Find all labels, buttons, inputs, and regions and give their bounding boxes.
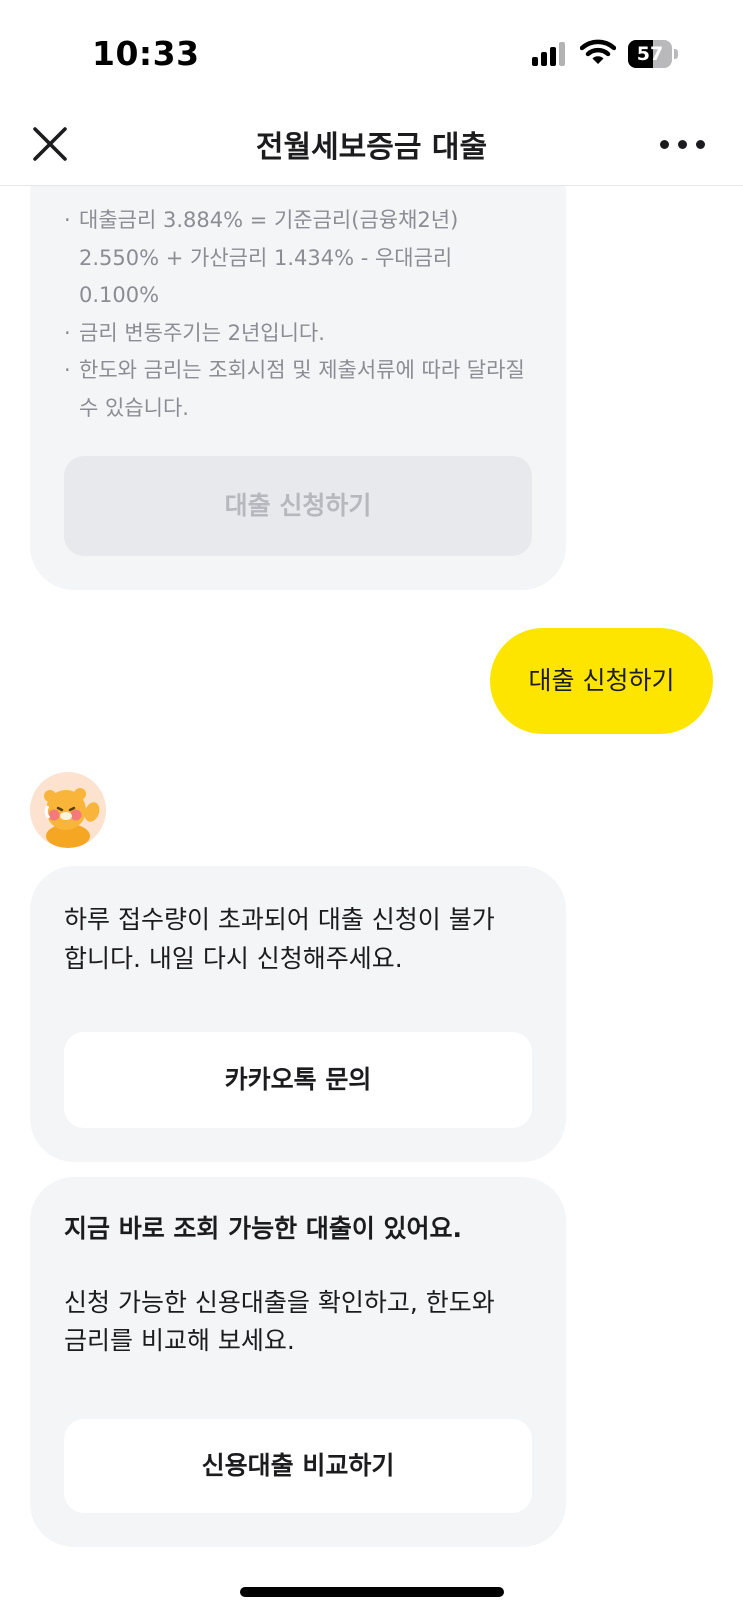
bot-message-line: 합니다. 내일 다시 신청해주세요. <box>64 944 403 973</box>
rate-note-line: 금리 변동주기는 2년입니다. <box>79 320 325 345</box>
rate-note-line: 2.550% + 가산금리 1.434% - 우대금리 <box>79 245 453 270</box>
more-options-icon[interactable] <box>660 134 706 154</box>
rate-note-line: 한도와 금리는 조회시점 및 제출서류에 따라 달라질 <box>79 358 525 382</box>
rate-info-card: · 대출금리 3.884% = 기준금리(금융채2년) 2.550% + 가산금… <box>30 150 566 590</box>
rate-note: · 금리 변동주기는 2년입니다. <box>64 315 564 353</box>
rate-note: · 한도와 금리는 조회시점 및 제출서류에 따라 달라질 수 있습니다. <box>64 352 564 427</box>
bot-message-card: 하루 접수량이 초과되어 대출 신청이 불가 합니다. 내일 다시 신청해주세요… <box>30 866 566 1162</box>
credit-loan-suggestion-card: 지금 바로 조회 가능한 대출이 있어요. 신청 가능한 신용대출을 확인하고,… <box>30 1177 566 1547</box>
rate-note-line: 수 있습니다. <box>79 395 189 420</box>
rate-note-line: 0.100% <box>79 283 160 307</box>
cellular-signal-icon <box>532 42 568 66</box>
bot-avatar <box>30 772 106 848</box>
suggestion-line: 신청 가능한 신용대출을 확인하고, 한도와 <box>64 1288 495 1317</box>
wifi-icon <box>580 39 616 64</box>
kakaotalk-inquiry-button[interactable]: 카카오톡 문의 <box>64 1032 532 1128</box>
status-time: 10:33 <box>92 34 200 73</box>
suggestion-line: 금리를 비교해 보세요. <box>64 1326 295 1355</box>
page-title: 전월세보증금 대출 <box>255 130 488 165</box>
compare-credit-loans-button[interactable]: 신용대출 비교하기 <box>64 1419 532 1513</box>
home-indicator[interactable] <box>240 1587 504 1597</box>
battery-level: 57 <box>636 43 664 65</box>
bot-message-text: 하루 접수량이 초과되어 대출 신청이 불가 합니다. 내일 다시 신청해주세요… <box>64 900 542 978</box>
suggestion-description: 신청 가능한 신용대출을 확인하고, 한도와 금리를 비교해 보세요. <box>64 1284 542 1360</box>
nav-header: 전월세보증금 대출 <box>0 108 743 186</box>
rate-note-line: 대출금리 3.884% = 기준금리(금융채2년) <box>79 208 459 232</box>
battery-icon: 57 <box>628 40 678 68</box>
user-message-bubble: 대출 신청하기 <box>490 628 713 734</box>
bot-message-line: 하루 접수량이 초과되어 대출 신청이 불가 <box>64 905 495 934</box>
lion-character-icon <box>44 788 100 848</box>
rate-note: · 대출금리 3.884% = 기준금리(금융채2년) 2.550% + 가산금… <box>64 202 564 315</box>
suggestion-title: 지금 바로 조회 가능한 대출이 있어요. <box>64 1214 463 1243</box>
rate-notes: · 대출금리 3.884% = 기준금리(금융채2년) 2.550% + 가산금… <box>64 202 564 427</box>
status-bar: 10:33 57 <box>0 0 743 108</box>
apply-loan-button-disabled: 대출 신청하기 <box>64 456 532 556</box>
